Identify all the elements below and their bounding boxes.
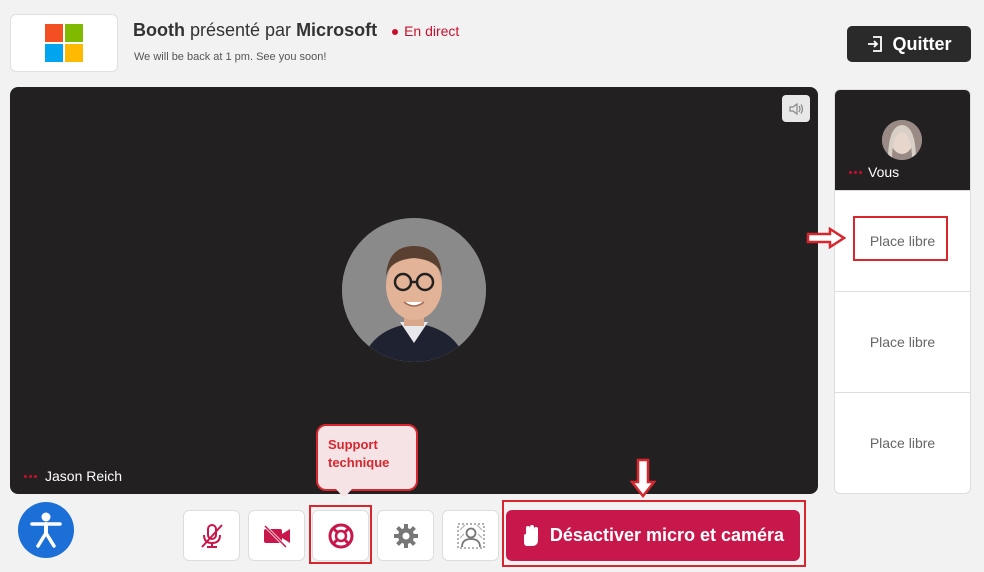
settings-button[interactable]	[377, 510, 434, 561]
volume-button[interactable]	[782, 95, 810, 122]
page-title: Booth présenté par Microsoft En direct	[133, 20, 459, 41]
exit-icon	[868, 36, 883, 52]
tooltip-tail	[336, 489, 352, 498]
speaker-icon	[789, 102, 804, 115]
gear-icon	[393, 523, 418, 548]
booth-word: Booth	[133, 20, 185, 40]
accessibility-button[interactable]	[18, 502, 74, 558]
background-effects-button[interactable]	[442, 510, 499, 561]
participant-name-label: Jason Reich	[24, 468, 122, 484]
participants-panel: Vous Place libre Place libre Place libre	[834, 89, 971, 494]
quit-button[interactable]: Quitter	[847, 26, 971, 62]
annotation-highlight	[502, 500, 806, 567]
accessibility-icon	[30, 512, 62, 548]
background-blur-icon	[456, 522, 485, 549]
mute-microphone-button[interactable]	[183, 510, 240, 561]
participant-name: Jason Reich	[45, 468, 123, 484]
self-name-label: Vous	[849, 164, 899, 180]
annotation-down-arrow-icon	[630, 458, 656, 498]
microsoft-logo-icon	[45, 24, 83, 62]
company-name: Microsoft	[296, 20, 378, 40]
self-video-slot: Vous	[835, 90, 970, 190]
support-tooltip-text: Support technique	[328, 437, 390, 470]
audio-indicator-icon	[849, 170, 862, 174]
audio-indicator-icon	[24, 474, 37, 478]
mic-muted-icon	[200, 523, 223, 548]
camera-toggle-button[interactable]	[248, 510, 305, 561]
self-name: Vous	[868, 164, 900, 180]
live-status-badge: En direct	[392, 23, 459, 39]
subtitle-message: We will be back at 1 pm. See you soon!	[134, 51, 327, 63]
quit-label: Quitter	[892, 33, 952, 54]
free-slot-label: Place libre	[869, 334, 936, 350]
participant-avatar	[342, 218, 486, 362]
presented-by-text: présenté par	[184, 20, 297, 40]
annotation-highlight	[309, 505, 372, 564]
free-slot-label: Place libre	[869, 435, 936, 451]
annotation-highlight	[853, 216, 948, 261]
free-slot[interactable]: Place libre	[835, 291, 970, 392]
support-tooltip: Support technique	[316, 424, 418, 491]
self-avatar	[882, 120, 922, 160]
company-logo	[10, 14, 118, 72]
camera-off-icon	[263, 524, 290, 548]
free-slot[interactable]: Place libre	[835, 392, 970, 493]
annotation-right-arrow-icon	[806, 227, 846, 249]
